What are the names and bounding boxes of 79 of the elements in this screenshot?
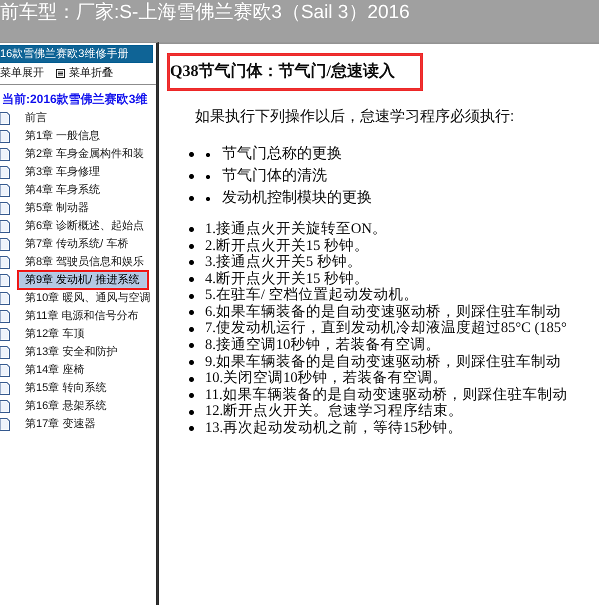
page-icon: [0, 400, 10, 412]
collapse-menu-button[interactable]: 菜单折叠: [69, 65, 113, 82]
list-icon: [56, 69, 65, 78]
bullet-icon: [189, 196, 194, 201]
chapter-item[interactable]: 第17章 变速器: [23, 416, 98, 432]
chapter-item[interactable]: 第12章 车顶: [23, 326, 86, 342]
bullet-icon: [189, 376, 194, 382]
chapter-item[interactable]: 第3章 车身修理: [23, 164, 102, 180]
bullet-icon: [189, 326, 194, 332]
bullet-icon: [189, 426, 194, 432]
bullet-icon: [189, 393, 194, 398]
chapter-item[interactable]: 第2章 车身金属构件和装: [23, 146, 146, 162]
page-icon: [0, 184, 10, 196]
chapter-item[interactable]: 第13章 安全和防护: [23, 344, 120, 360]
page-icon: [0, 130, 10, 142]
step-text: 4.断开点火开关15 秒钟。: [205, 270, 369, 287]
chapter-item[interactable]: 第8章 驾驶员信息和娱乐: [23, 254, 146, 270]
expand-menu-button[interactable]: 菜单展开: [0, 65, 44, 82]
page-icon: [0, 148, 10, 160]
page-icon: [0, 382, 10, 394]
step-text: 5.在驻车/ 空档位置起动发动机。: [205, 286, 419, 304]
condition-text: 节气门体的清洗: [222, 166, 327, 186]
page-icon: [0, 310, 10, 322]
chapter-item[interactable]: 第9章 发动机/ 推进系统: [19, 272, 148, 288]
condition-text: 发动机控制模块的更换: [222, 188, 372, 208]
page-icon: [0, 328, 10, 340]
page-icon: [0, 238, 10, 250]
page-icon: [0, 292, 10, 304]
step-text: 7.使发动机运行，直到发动机冷却液温度超过85°C (185°: [205, 318, 567, 337]
page-icon: [0, 346, 10, 358]
step-text: 12.断开点火开关。怠速学习程序结束。: [205, 402, 464, 420]
page-icon: [0, 202, 10, 214]
bullet-icon: [189, 260, 194, 266]
step-text: 9.如果车辆装备的是自动变速驱动桥，则踩住驻车制动: [205, 352, 561, 370]
current-manual-label: 当前:2016款雪佛兰赛欧3维: [1, 91, 148, 108]
bullet-icon: [189, 343, 194, 348]
chapter-item[interactable]: 第14章 座椅: [23, 362, 86, 378]
window-title: 前车型：厂家:S-上海雪佛兰赛欧3（Sail 3）2016: [0, 2, 410, 23]
step-text: 10.关闭空调10秒钟，若装备有空调。: [205, 369, 448, 386]
intro-paragraph: 如果执行下列操作以后，怠速学习程序必须执行:: [195, 107, 516, 127]
page-icon: [0, 112, 10, 124]
sidebar-header: 16款雪佛兰赛欧3维修手册: [0, 45, 153, 63]
chapter-item[interactable]: 第4章 车身系统: [23, 182, 102, 198]
condition-text: 节气门总称的更换: [222, 144, 342, 164]
page-icon: [0, 274, 10, 286]
bullet-icon: [206, 174, 210, 178]
step-text: 6.如果车辆装备的是自动变速驱动桥，则踩住驻车制动: [205, 302, 561, 320]
step-text: 3.接通点火开关5 秒钟。: [205, 253, 362, 271]
bullet-icon: [189, 227, 194, 232]
bullet-icon: [189, 152, 194, 157]
chapter-item[interactable]: 前言: [23, 110, 49, 126]
step-text: 8.接通空调10秒钟，若装备有空调。: [205, 336, 440, 354]
chapter-item[interactable]: 第16章 悬架系统: [23, 398, 108, 414]
page-icon: [0, 364, 10, 376]
chapter-item[interactable]: 第7章 传动系统/ 车桥: [23, 236, 130, 252]
bullet-icon: [189, 174, 194, 179]
bullet-icon: [189, 244, 194, 249]
bullet-icon: [189, 360, 194, 366]
bullet-icon: [206, 152, 210, 156]
page-icon: [0, 220, 10, 232]
page-icon: [0, 256, 10, 268]
chapter-item[interactable]: 第5章 制动器: [23, 200, 92, 216]
bullet-icon: [189, 310, 194, 316]
bullet-icon: [189, 410, 194, 415]
page-icon: [0, 418, 10, 430]
page-icon: [0, 166, 10, 178]
chapter-item[interactable]: 第15章 转向系统: [23, 380, 108, 396]
step-text: 11.如果车辆装备的是自动变速驱动桥，则踩住驻车制动: [205, 386, 568, 403]
bullet-icon: [189, 294, 194, 299]
chapter-item[interactable]: 第11章 电源和信号分布: [23, 308, 140, 324]
chapter-item[interactable]: 第6章 诊断概述、起始点: [23, 218, 146, 234]
chapter-item[interactable]: 第1章 一般信息: [23, 128, 102, 144]
bullet-icon: [206, 196, 210, 200]
step-text: 2.断开点火开关15 秒钟。: [205, 236, 369, 254]
step-text: 13.再次起动发动机之前，等待15秒钟。: [205, 418, 463, 438]
section-heading: Q38节气门体：节气门/怠速读入: [167, 53, 423, 91]
bullet-icon: [189, 277, 194, 282]
step-text: 1.接通点火开关旋转至ON。: [205, 220, 387, 238]
chapter-item[interactable]: 第10章 暖风、通风与空调: [23, 290, 152, 306]
